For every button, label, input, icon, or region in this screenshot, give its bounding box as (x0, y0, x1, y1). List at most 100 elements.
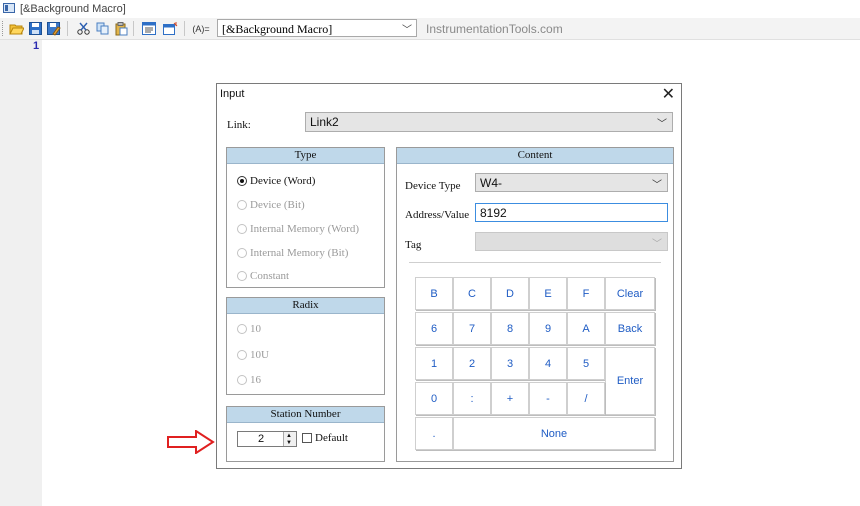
window-list-icon[interactable] (140, 20, 158, 37)
key-1[interactable]: 1 (415, 347, 453, 380)
radio-label: Device (Word) (250, 175, 316, 187)
save-as-icon[interactable] (45, 20, 63, 37)
properties-icon[interactable] (161, 20, 179, 37)
none-button[interactable]: None (453, 417, 655, 450)
type-internal-memory-bit-radio[interactable]: Internal Memory (Bit) (237, 247, 348, 259)
radix-group: Radix 10 10U 16 (226, 297, 385, 395)
radio-label: 10U (250, 349, 269, 361)
radix-10u-radio[interactable]: 10U (237, 349, 269, 361)
chevron-down-icon: ﹀ (652, 239, 662, 250)
key-dot[interactable]: . (415, 417, 453, 450)
link-select-value: Link2 (310, 115, 339, 129)
key-f[interactable]: F (567, 277, 605, 310)
type-device-word-radio[interactable]: Device (Word) (237, 175, 315, 187)
red-arrow-icon (167, 430, 215, 454)
paste-icon[interactable] (112, 20, 130, 37)
radio-icon (237, 224, 247, 234)
toolbar-grip[interactable] (2, 21, 5, 36)
radio-label: Constant (250, 270, 290, 282)
app-window-icon (3, 3, 15, 13)
keypad: B C D E F Clear 6 7 8 9 A Back 1 2 3 4 5… (415, 277, 655, 453)
key-0[interactable]: 0 (415, 382, 453, 415)
address-value-input[interactable]: 8192 (475, 203, 668, 222)
key-5[interactable]: 5 (567, 347, 605, 380)
tag-label: Tag (405, 239, 422, 251)
window-title-bar: [&Background Macro] (0, 0, 860, 18)
key-6[interactable]: 6 (415, 312, 453, 345)
station-number-spinner[interactable]: 2 ▲ ▼ (237, 431, 297, 447)
key-e[interactable]: E (529, 277, 567, 310)
key-slash[interactable]: / (567, 382, 605, 415)
macro-select-value: [&Background Macro] (222, 22, 333, 36)
toolbar-separator (67, 21, 68, 36)
radix-group-title: Radix (227, 298, 384, 314)
enter-button[interactable]: Enter (605, 347, 655, 415)
input-dialog: Input ✕ Link: Link2 ﹀ Type Device (Word)… (216, 83, 682, 469)
type-group: Type Device (Word) Device (Bit) Internal… (226, 147, 385, 288)
copy-icon[interactable] (93, 20, 111, 37)
device-type-value: W4- (480, 176, 502, 190)
chevron-down-icon: ﹀ (657, 119, 667, 130)
device-type-label: Device Type (405, 180, 461, 192)
link-select[interactable]: Link2 ﹀ (305, 112, 673, 132)
key-c[interactable]: C (453, 277, 491, 310)
key-2[interactable]: 2 (453, 347, 491, 380)
key-a[interactable]: A (567, 312, 605, 345)
station-number-group: Station Number 2 ▲ ▼ Default (226, 406, 385, 462)
radix-10-radio[interactable]: 10 (237, 323, 261, 335)
watermark-text: InstrumentationTools.com (426, 22, 563, 36)
key-3[interactable]: 3 (491, 347, 529, 380)
key-minus[interactable]: - (529, 382, 567, 415)
address-value-label: Address/Value (405, 209, 470, 221)
default-checkbox-label: Default (315, 432, 348, 444)
default-checkbox[interactable]: Default (302, 432, 348, 444)
radio-icon (237, 176, 247, 186)
variable-icon[interactable]: (A)= (190, 20, 212, 37)
key-plus[interactable]: + (491, 382, 529, 415)
line-number: 1 (33, 40, 40, 52)
radio-icon (237, 350, 247, 360)
key-b[interactable]: B (415, 277, 453, 310)
radio-icon (237, 248, 247, 258)
keypad-divider (409, 262, 661, 263)
close-icon[interactable]: ✕ (662, 84, 675, 104)
save-icon[interactable] (26, 20, 44, 37)
radio-icon (237, 324, 247, 334)
type-device-bit-radio[interactable]: Device (Bit) (237, 199, 305, 211)
key-8[interactable]: 8 (491, 312, 529, 345)
type-internal-memory-word-radio[interactable]: Internal Memory (Word) (237, 223, 359, 235)
radio-label: Device (Bit) (250, 199, 305, 211)
line-number-gutter (0, 40, 42, 506)
radix-16-radio[interactable]: 16 (237, 374, 261, 386)
station-number-value: 2 (258, 433, 265, 445)
chevron-down-icon: ﹀ (652, 180, 662, 191)
key-colon[interactable]: : (453, 382, 491, 415)
open-folder-icon[interactable] (7, 20, 25, 37)
toolbar-separator (133, 21, 134, 36)
radio-label: 10 (250, 323, 261, 335)
spinner-arrows[interactable]: ▲ ▼ (283, 432, 296, 446)
device-type-select[interactable]: W4- ﹀ (475, 173, 668, 192)
radio-label: 16 (250, 374, 261, 386)
cut-icon[interactable] (74, 20, 92, 37)
toolbar: (A)= [&Background Macro] ﹀ Instrumentati… (0, 18, 860, 40)
address-value-text: 8192 (480, 206, 507, 220)
content-group-title: Content (397, 148, 673, 164)
radio-label: Internal Memory (Bit) (250, 247, 349, 259)
key-7[interactable]: 7 (453, 312, 491, 345)
macro-select[interactable]: [&Background Macro] ﹀ (217, 19, 417, 37)
clear-button[interactable]: Clear (605, 277, 655, 310)
window-title: [&Background Macro] (20, 3, 126, 15)
link-label: Link: (227, 119, 251, 131)
spin-down-icon[interactable]: ▼ (286, 440, 292, 446)
checkbox-icon (302, 433, 312, 443)
key-4[interactable]: 4 (529, 347, 567, 380)
tag-select[interactable]: ﹀ (475, 232, 668, 251)
radio-label: Internal Memory (Word) (250, 223, 360, 235)
back-button[interactable]: Back (605, 312, 655, 345)
type-constant-radio[interactable]: Constant (237, 270, 289, 282)
key-d[interactable]: D (491, 277, 529, 310)
spin-up-icon[interactable]: ▲ (286, 433, 292, 439)
key-9[interactable]: 9 (529, 312, 567, 345)
radio-icon (237, 200, 247, 210)
